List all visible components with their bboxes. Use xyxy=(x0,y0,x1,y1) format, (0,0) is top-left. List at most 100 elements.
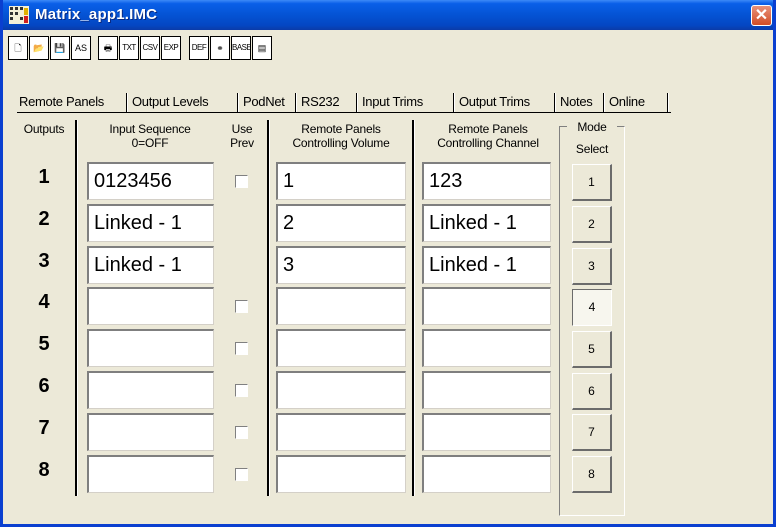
channel-panels-field[interactable] xyxy=(422,329,551,367)
mode-button-4[interactable]: 4 xyxy=(572,289,612,326)
window-title: Matrix_app1.IMC xyxy=(35,6,158,23)
def-button[interactable]: DEF xyxy=(189,36,209,60)
volume-panels-field[interactable]: 3 xyxy=(276,246,406,284)
open-folder-icon: 📂 xyxy=(33,43,45,53)
input-sequence-field[interactable]: Linked - 1 xyxy=(87,246,214,284)
tab-output-trims[interactable]: Output Trims xyxy=(459,92,530,112)
input-sequence-field[interactable] xyxy=(87,329,214,367)
link-icon: ⚭ xyxy=(216,43,224,53)
header-rp-channel-line1: Remote Panels xyxy=(448,122,528,136)
mode-button-3[interactable]: 3 xyxy=(572,248,612,285)
output-number: 8 xyxy=(38,459,50,481)
print-button[interactable]: 🖶 xyxy=(98,36,118,60)
save-as-button[interactable]: AS xyxy=(71,36,91,60)
csv-export-icon: CSV xyxy=(142,43,158,52)
use-prev-checkbox[interactable] xyxy=(235,175,248,188)
input-sequence-field[interactable]: Linked - 1 xyxy=(87,204,214,242)
output-number: 1 xyxy=(38,166,50,188)
header-outputs: Outputs xyxy=(23,122,65,136)
volume-panels-field[interactable] xyxy=(276,287,406,325)
header-rp-volume-line2: Controlling Volume xyxy=(292,136,390,150)
mode-button-8[interactable]: 8 xyxy=(572,456,612,493)
open-folder-button[interactable]: 📂 xyxy=(29,36,49,60)
output-number: 6 xyxy=(38,375,50,397)
txt-export-button[interactable]: TXT xyxy=(119,36,139,60)
tab-online[interactable]: Online xyxy=(609,92,645,112)
csv-export-button[interactable]: CSV xyxy=(140,36,160,60)
save-button[interactable]: 💾 xyxy=(50,36,70,60)
select-label: Select xyxy=(575,142,609,156)
header-input-sequence-line2: 0=OFF xyxy=(131,136,169,150)
header-rp-channel: Remote Panels Controlling Channel xyxy=(421,122,555,150)
tab-rs232[interactable]: RS232 xyxy=(301,92,340,112)
mode-button-5[interactable]: 5 xyxy=(572,331,612,368)
base-button[interactable]: BASE xyxy=(231,36,251,60)
input-sequence-field[interactable] xyxy=(87,371,214,409)
header-rp-volume-line1: Remote Panels xyxy=(301,122,381,136)
channel-panels-field[interactable] xyxy=(422,371,551,409)
device-button[interactable]: ▤ xyxy=(252,36,272,60)
input-sequence-field[interactable] xyxy=(87,413,214,451)
mode-button-6[interactable]: 6 xyxy=(572,373,612,410)
channel-panels-field[interactable]: Linked - 1 xyxy=(422,246,551,284)
close-button[interactable]: ✕ xyxy=(751,5,772,26)
tab-input-trims[interactable]: Input Trims xyxy=(362,92,423,112)
header-input-sequence-line1: Input Sequence xyxy=(109,122,191,136)
tab-podnet[interactable]: PodNet xyxy=(243,92,285,112)
tab-separator xyxy=(237,93,239,112)
channel-panels-field[interactable] xyxy=(422,455,551,493)
channel-panels-field[interactable]: 123 xyxy=(422,162,551,200)
input-sequence-field[interactable] xyxy=(87,455,214,493)
title-bar[interactable]: Matrix_app1.IMC ✕ xyxy=(3,0,773,30)
tab-divider xyxy=(17,112,671,113)
use-prev-checkbox[interactable] xyxy=(235,468,248,481)
tab-remote-panels[interactable]: Remote Panels xyxy=(19,92,104,112)
volume-panels-field[interactable] xyxy=(276,413,406,451)
input-sequence-field[interactable] xyxy=(87,287,214,325)
use-prev-checkbox[interactable] xyxy=(235,384,248,397)
mode-button-7[interactable]: 7 xyxy=(572,414,612,451)
new-file-icon: 🗋 xyxy=(14,43,22,53)
tab-output-levels[interactable]: Output Levels xyxy=(132,92,209,112)
txt-export-icon: TXT xyxy=(122,43,136,52)
tab-separator xyxy=(667,93,669,112)
volume-panels-field[interactable] xyxy=(276,329,406,367)
new-file-button[interactable]: 🗋 xyxy=(8,36,28,60)
output-number: 5 xyxy=(38,333,50,355)
base-icon: BASE xyxy=(232,43,251,52)
volume-panels-field[interactable] xyxy=(276,371,406,409)
mode-button-2[interactable]: 2 xyxy=(572,206,612,243)
use-prev-checkbox[interactable] xyxy=(235,300,248,313)
header-rp-volume: Remote Panels Controlling Volume xyxy=(275,122,407,150)
tab-separator xyxy=(603,93,605,112)
tab-separator xyxy=(356,93,358,112)
output-number: 2 xyxy=(38,208,50,230)
mode-button-1[interactable]: 1 xyxy=(572,164,612,201)
channel-panels-field[interactable] xyxy=(422,413,551,451)
input-sequence-field[interactable]: 0123456 xyxy=(87,162,214,200)
volume-panels-field[interactable] xyxy=(276,455,406,493)
channel-panels-field[interactable] xyxy=(422,287,551,325)
link-button[interactable]: ⚭ xyxy=(210,36,230,60)
use-prev-checkbox[interactable] xyxy=(235,342,248,355)
volume-panels-field[interactable]: 1 xyxy=(276,162,406,200)
grid-app-icon xyxy=(9,6,29,24)
save-icon: 💾 xyxy=(54,43,66,53)
channel-panels-field[interactable]: Linked - 1 xyxy=(422,204,551,242)
header-input-sequence: Input Sequence 0=OFF xyxy=(85,122,215,150)
header-use-prev-line1: Use xyxy=(231,122,253,136)
export-button[interactable]: EXP xyxy=(161,36,181,60)
column-separator xyxy=(412,120,415,496)
header-rp-channel-line2: Controlling Channel xyxy=(437,136,539,150)
save-as-icon: AS xyxy=(74,43,87,53)
use-prev-checkbox[interactable] xyxy=(235,426,248,439)
tab-notes[interactable]: Notes xyxy=(560,92,593,112)
export-icon: EXP xyxy=(163,43,179,52)
tab-separator xyxy=(453,93,455,112)
header-use-prev-line2: Prev xyxy=(230,136,254,150)
column-separator xyxy=(75,120,78,496)
device-icon: ▤ xyxy=(257,43,267,53)
print-icon: 🖶 xyxy=(103,43,113,53)
volume-panels-field[interactable]: 2 xyxy=(276,204,406,242)
tab-separator xyxy=(554,93,556,112)
